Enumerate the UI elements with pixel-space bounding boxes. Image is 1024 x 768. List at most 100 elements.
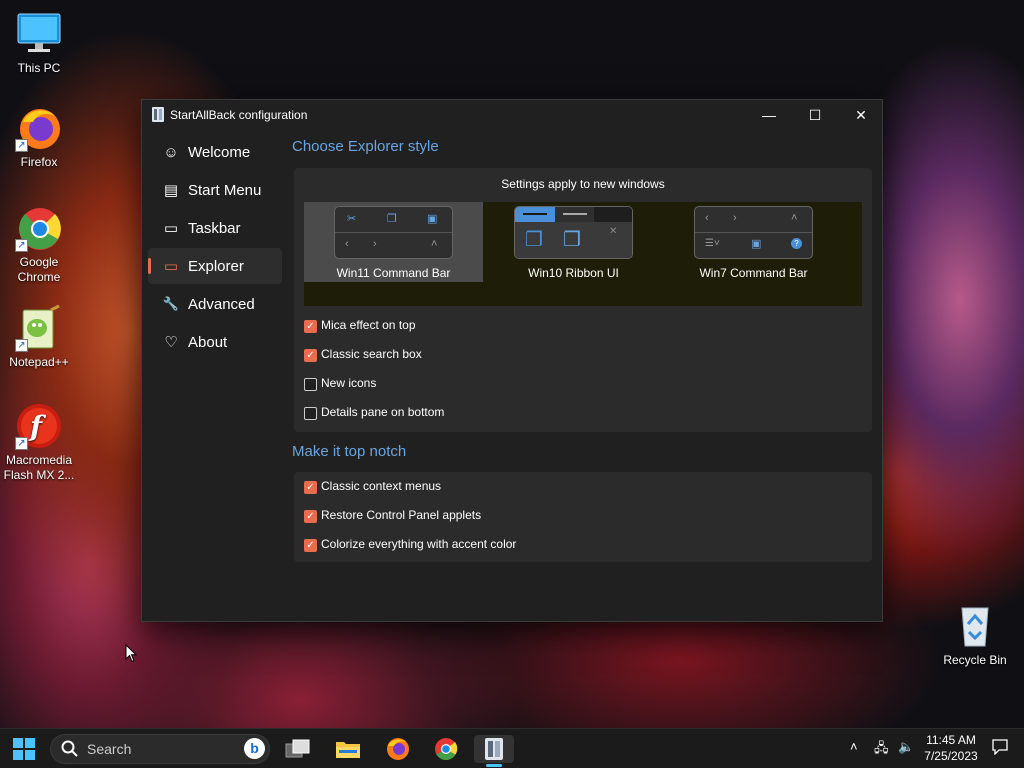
recycle-bin-icon [951, 602, 999, 650]
win7-command-bar-preview: ‹ › ˄ ☰˅ ▣ ? [694, 206, 813, 259]
checkbox-classic-context-menus[interactable]: ✓ Classic context menus [304, 479, 872, 508]
checkbox-label: Mica effect on top [321, 318, 416, 332]
monitor-icon [15, 10, 63, 58]
firefox-taskbar-button[interactable] [378, 735, 418, 763]
desktop-icon-label: Macromedia Flash MX 2... [3, 453, 75, 482]
sidebar-item-explorer[interactable]: ▭ Explorer [148, 248, 282, 284]
checkbox-checked-icon[interactable]: ✓ [304, 320, 317, 333]
volume-icon[interactable]: 🔈 [898, 739, 914, 755]
clock-time: 11:45 AM [926, 733, 976, 747]
desktop-icon-recycle-bin[interactable]: Recycle Bin [937, 602, 1013, 668]
clock[interactable]: 11:45 AM 7/25/2023 [918, 732, 984, 764]
ribbon-tab-line [523, 213, 547, 215]
style-option-label: Win7 Command Bar [699, 266, 808, 280]
explorer-style-panel: Settings apply to new windows ✂ ❐ ▣ ‹ › [294, 168, 872, 432]
task-view-button[interactable] [278, 735, 318, 763]
search-icon [61, 740, 78, 757]
desktop-icon-this-pc[interactable]: This PC [1, 10, 77, 76]
maximize-button[interactable]: ☐ [792, 100, 838, 130]
checkbox-restore-control-panel[interactable]: ✓ Restore Control Panel applets [304, 508, 872, 537]
checkbox-checked-icon[interactable]: ✓ [304, 510, 317, 523]
chrome-taskbar-button[interactable] [426, 735, 466, 763]
sidebar-item-taskbar[interactable]: ▭ Taskbar [148, 210, 282, 246]
style-option-win11-command-bar[interactable]: ✂ ❐ ▣ ‹ › ˄ Win11 Command Bar [304, 202, 483, 282]
top-notch-checkboxes: ✓ Classic context menus ✓ Restore Contro… [294, 472, 872, 566]
up-chevron-icon: ˄ [791, 212, 798, 224]
taskbar: Search b ˄ 🖧 🔈 11:45 AM 7/25/2023 [0, 728, 1024, 768]
active-app-indicator [486, 764, 502, 767]
desktop-icon-firefox[interactable]: ↗ Firefox [1, 104, 77, 170]
preview-nav-top: ‹ › ˄ [695, 207, 812, 233]
notepad-plus-plus-icon: ↗ [15, 304, 63, 352]
network-icon[interactable]: 🖧 [874, 739, 889, 761]
top-notch-panel: ✓ Classic context menus ✓ Restore Contro… [294, 472, 872, 562]
preview-toolbar-top: ✂ ❐ ▣ [335, 207, 452, 233]
window-title: StartAllBack configuration [170, 108, 308, 122]
win10-ribbon-preview: ❐ ❐ ✕ [514, 206, 633, 259]
copy-icon: ❐ [387, 213, 397, 225]
show-hidden-icons-chevron-icon[interactable]: ˄ [850, 739, 858, 754]
wrench-icon: 🔧 [162, 296, 180, 311]
preview-nav-bottom: ‹ › ˄ [335, 233, 452, 258]
taskbar-icon: ▭ [163, 220, 179, 237]
clock-date: 7/25/2023 [924, 749, 978, 763]
firefox-icon [387, 738, 409, 760]
taskbar-search-box[interactable]: Search b [50, 734, 270, 764]
checkbox-label: New icons [321, 376, 377, 390]
checkbox-details-pane-bottom[interactable]: Details pane on bottom [304, 405, 872, 434]
style-option-win7-command-bar[interactable]: ‹ › ˄ ☰˅ ▣ ? Win7 Command Bar [664, 202, 843, 282]
startallback-config-window: StartAllBack configuration — ☐ ✕ ☺ Welco… [141, 99, 883, 622]
section-title-explorer-style: Choose Explorer style [292, 138, 439, 155]
explorer-style-checkboxes: ✓ Mica effect on top ✓ Classic search bo… [294, 306, 872, 434]
view-list-icon: ☰˅ [705, 238, 720, 249]
checkbox-unchecked-icon[interactable] [304, 407, 317, 420]
checkbox-label: Colorize everything with accent color [321, 537, 517, 551]
checkbox-colorize-accent[interactable]: ✓ Colorize everything with accent color [304, 537, 872, 566]
desktop-icon-label: This PC [17, 61, 61, 75]
desktop-icon-macromedia-flash[interactable]: f ↗ Macromedia Flash MX 2... [1, 402, 77, 483]
style-option-win10-ribbon-ui[interactable]: ❐ ❐ ✕ Win10 Ribbon UI [484, 202, 663, 282]
checkbox-checked-icon[interactable]: ✓ [304, 539, 317, 552]
sidebar-item-label: Explorer [188, 257, 244, 275]
checkbox-unchecked-icon[interactable] [304, 378, 317, 391]
close-button[interactable]: ✕ [838, 100, 884, 130]
explorer-settings-content: Choose Explorer style Settings apply to … [292, 138, 872, 562]
style-option-label: Win11 Command Bar [336, 266, 451, 280]
help-icon: ? [791, 238, 802, 249]
sidebar-item-label: Taskbar [188, 219, 241, 237]
small-cut-icon: ✕ [609, 226, 618, 237]
chrome-icon [435, 738, 458, 760]
checkbox-label: Details pane on bottom [321, 405, 445, 419]
back-arrow-icon: ‹ [345, 238, 349, 250]
minimize-button[interactable]: — [746, 100, 792, 130]
desktop-icon-notepad-plus-plus[interactable]: ↗ Notepad++ [1, 304, 77, 370]
desktop-icon-label: Notepad++ [9, 355, 69, 369]
checkbox-label: Classic context menus [321, 479, 442, 493]
shortcut-arrow-icon: ↗ [15, 339, 28, 352]
checkbox-label: Restore Control Panel applets [321, 508, 482, 522]
sidebar-item-welcome[interactable]: ☺ Welcome [148, 134, 282, 170]
checkbox-new-icons[interactable]: New icons [304, 376, 872, 405]
notification-icon[interactable] [992, 739, 1008, 760]
checkbox-classic-search-box[interactable]: ✓ Classic search box [304, 347, 872, 376]
chrome-icon: ↗ [15, 204, 63, 252]
title-bar[interactable]: StartAllBack configuration — ☐ ✕ [142, 100, 882, 130]
checkbox-checked-icon[interactable]: ✓ [304, 481, 317, 494]
startallback-taskbar-button[interactable] [474, 735, 514, 767]
sidebar-item-label: Welcome [188, 143, 251, 161]
checkbox-checked-icon[interactable]: ✓ [304, 349, 317, 362]
file-explorer-button[interactable] [328, 735, 368, 763]
sidebar-item-start-menu[interactable]: ▤ Start Menu [148, 172, 282, 208]
start-button[interactable] [4, 735, 44, 763]
mouse-cursor-icon [125, 644, 137, 663]
checkbox-mica-effect[interactable]: ✓ Mica effect on top [304, 318, 872, 347]
sidebar-item-advanced[interactable]: 🔧 Advanced [148, 286, 282, 322]
desktop-icon-google-chrome[interactable]: ↗ Google Chrome [1, 204, 77, 285]
forward-arrow-icon: › [733, 212, 737, 224]
sidebar-item-label: Advanced [188, 295, 255, 313]
bing-icon: b [244, 738, 265, 759]
win11-command-bar-preview: ✂ ❐ ▣ ‹ › ˄ [334, 206, 453, 259]
explorer-style-options: ✂ ❐ ▣ ‹ › ˄ Win11 Command Bar ❐ ❐ ✕ Win1… [304, 202, 862, 306]
sidebar-item-about[interactable]: ♡ About [148, 324, 282, 360]
up-chevron-icon: ˄ [431, 238, 438, 250]
